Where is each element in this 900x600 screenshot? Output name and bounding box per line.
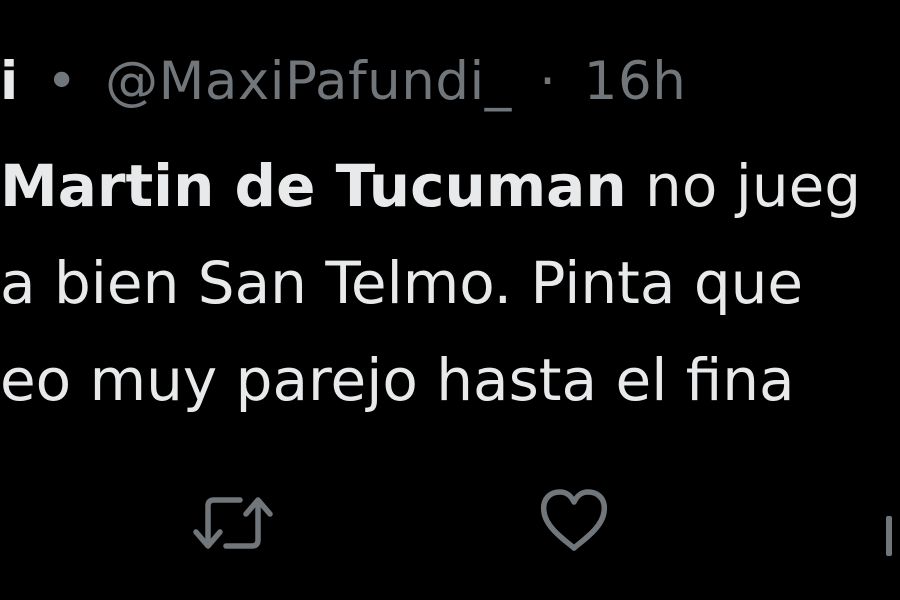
retweet-icon[interactable]	[190, 488, 276, 558]
heart-icon[interactable]	[536, 486, 612, 556]
tweet-header: i • @MaxiPafundi_ · 16h	[0, 42, 686, 122]
tweet-text-bold: Martin de Tucuman	[0, 152, 627, 220]
name-separator: •	[46, 51, 78, 112]
tweet-card[interactable]: i • @MaxiPafundi_ · 16h Martin de Tucuma…	[0, 0, 900, 600]
author-handle[interactable]: @MaxiPafundi_	[105, 51, 512, 112]
time-separator: ·	[539, 51, 557, 112]
tweet-timestamp[interactable]: 16h	[584, 51, 687, 112]
share-icon[interactable]	[884, 514, 894, 558]
tweet-text: Martin de Tucuman no jueg a bien San Tel…	[0, 138, 861, 429]
tweet-actions	[0, 478, 900, 568]
tweet-text-line-2: a bien San Telmo. Pinta que	[0, 249, 804, 317]
tweet-text-line-1-rest: no jueg	[626, 152, 862, 220]
tweet-text-line-3: eo muy parejo hasta el fina	[0, 346, 795, 414]
author-name[interactable]: i	[0, 51, 19, 112]
tweet-text-line-1: Martin de Tucuman no jueg	[0, 138, 861, 235]
